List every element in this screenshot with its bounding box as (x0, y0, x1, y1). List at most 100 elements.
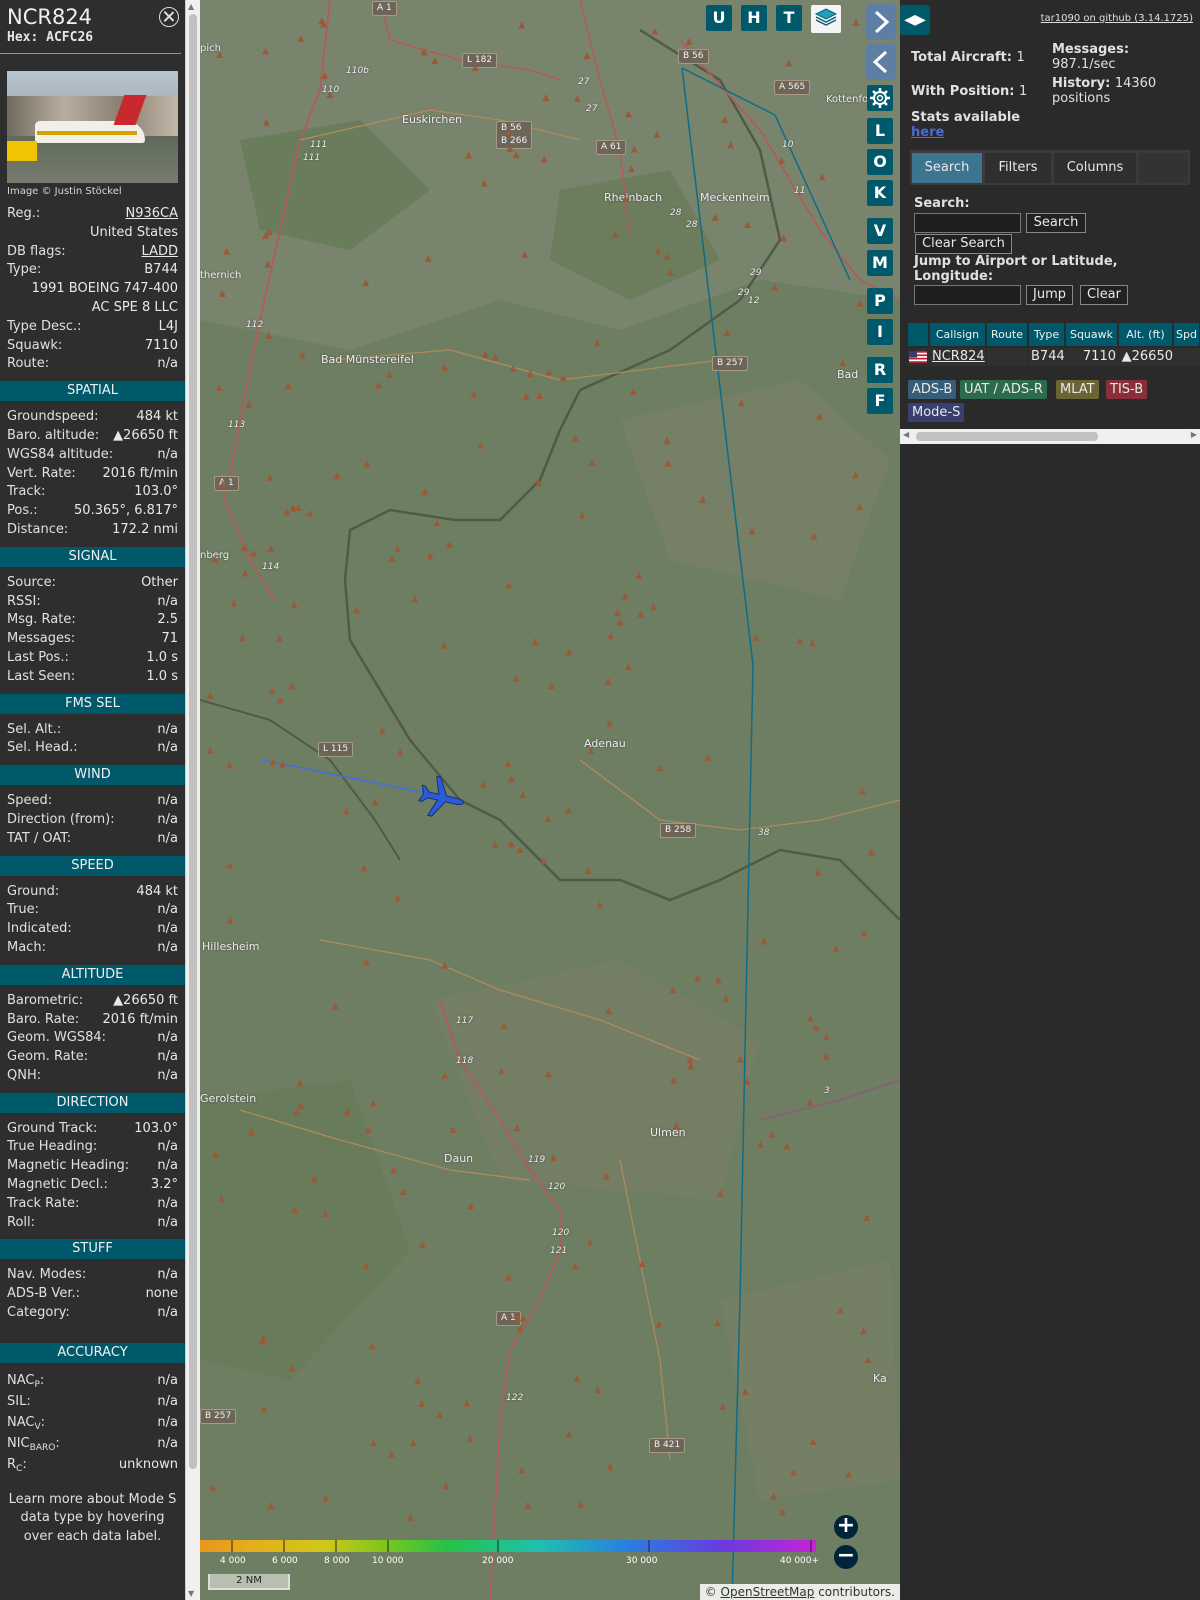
signal-label[interactable]: Messages: (7, 630, 75, 649)
peak-marker (394, 894, 402, 902)
col-header-altitude[interactable]: Alt. (ft) (1119, 323, 1173, 346)
map-toggle-m[interactable]: M (867, 250, 893, 276)
spatial-label[interactable]: WGS84 altitude: (7, 446, 113, 465)
signal-label[interactable]: Last Pos.: (7, 649, 69, 668)
chevron-right-icon[interactable] (866, 4, 896, 40)
map-toggle-r[interactable]: R (867, 357, 893, 383)
map-view[interactable]: Euskirchen Rheinbach Meckenheim Bad Münster… (200, 0, 900, 1600)
row-callsign-link[interactable]: NCR824 (930, 348, 986, 366)
stuff-label[interactable]: ADS-B Ver.: (7, 1285, 80, 1304)
github-link[interactable]: tar1090 on github (3.14.1725) (1041, 13, 1193, 24)
scroll-down-arrow-icon[interactable]: ▼ (188, 1589, 194, 1598)
map-toggle-k[interactable]: K (867, 180, 893, 206)
close-icon[interactable] (159, 7, 179, 27)
altitude-label[interactable]: Barometric: (7, 992, 83, 1011)
spatial-label[interactable]: Baro. altitude: (7, 427, 99, 446)
search-input[interactable] (914, 213, 1021, 233)
layers-icon[interactable] (811, 5, 841, 33)
tab-columns[interactable]: Columns (1054, 153, 1136, 183)
scroll-up-arrow-icon[interactable]: ▲ (188, 2, 194, 11)
speed-label[interactable]: Ground: (7, 883, 59, 902)
peak-marker (507, 775, 515, 783)
tab-search[interactable]: Search (912, 153, 982, 183)
attribution-link[interactable]: OpenStreetMap (721, 1585, 815, 1599)
speed-label[interactable]: True: (7, 901, 39, 920)
layer-button-u[interactable]: U (706, 5, 732, 31)
speed-label[interactable]: Indicated: (7, 920, 72, 939)
zoom-in-icon[interactable]: + (834, 1515, 858, 1539)
dbflags-link[interactable]: LADD (142, 243, 178, 262)
col-header-flag[interactable] (908, 323, 929, 346)
map-toggle-o[interactable]: O (867, 149, 893, 175)
stuff-label[interactable]: Category: (7, 1304, 70, 1323)
direction-label[interactable]: Roll: (7, 1214, 35, 1233)
stats-here-link[interactable]: here (911, 125, 944, 140)
map-toggle-f[interactable]: F (867, 388, 893, 414)
info-scrollbar-thumb[interactable] (189, 14, 197, 1469)
clear-button[interactable]: Clear (1080, 285, 1128, 305)
altitude-label[interactable]: Geom. Rate: (7, 1048, 88, 1067)
direction-label[interactable]: Track Rate: (7, 1195, 79, 1214)
signal-label[interactable]: Msg. Rate: (7, 611, 76, 630)
direction-label[interactable]: True Heading: (7, 1138, 97, 1157)
wind-label[interactable]: TAT / OAT: (7, 830, 71, 849)
peak-marker (260, 1405, 268, 1413)
peak-marker (363, 460, 371, 468)
scroll-left-arrow-icon[interactable]: ◀ (903, 430, 909, 439)
col-header-squawk[interactable]: Squawk (1066, 323, 1118, 346)
spatial-label[interactable]: Pos.: (7, 502, 38, 521)
expand-arrows-icon[interactable]: ◀▶ (900, 5, 930, 35)
jump-input[interactable] (914, 285, 1021, 305)
peak-marker (441, 363, 449, 371)
wind-label[interactable]: Speed: (7, 792, 52, 811)
layer-button-h[interactable]: H (741, 5, 767, 31)
scroll-right-arrow-icon[interactable]: ▶ (1191, 430, 1197, 439)
peak-marker (672, 1121, 680, 1129)
spatial-label[interactable]: Distance: (7, 521, 68, 540)
map-toggle-p[interactable]: P (867, 288, 893, 314)
direction-label[interactable]: Magnetic Heading: (7, 1157, 129, 1176)
chevron-left-icon[interactable] (866, 44, 896, 80)
peak-marker (863, 1214, 871, 1222)
signal-row: Last Pos.: 1.0 s (0, 649, 185, 668)
altitude-label[interactable]: Geom. WGS84: (7, 1029, 106, 1048)
tab-filters[interactable]: Filters (985, 153, 1051, 183)
map-toggle-v[interactable]: V (867, 218, 893, 244)
reg-link[interactable]: N936CA (125, 205, 178, 224)
table-scrollbar-thumb[interactable] (916, 432, 1098, 441)
altitude-label[interactable]: Baro. Rate: (7, 1011, 79, 1030)
wind-label[interactable]: Direction (from): (7, 811, 115, 830)
signal-label[interactable]: RSSI: (7, 593, 41, 612)
zoom-out-icon[interactable]: − (834, 1545, 858, 1569)
jump-button[interactable]: Jump (1026, 285, 1073, 305)
search-button[interactable]: Search (1026, 213, 1086, 233)
signal-label[interactable]: Last Seen: (7, 668, 75, 687)
clear-search-button[interactable]: Clear Search (915, 234, 1012, 254)
signal-label[interactable]: Source: (7, 574, 56, 593)
map-toggle-l[interactable]: L (867, 118, 893, 144)
fms-label[interactable]: Sel. Alt.: (7, 721, 61, 740)
peak-marker (856, 299, 864, 307)
table-horizontal-scrollbar[interactable]: ◀ ▶ (900, 429, 1200, 444)
spatial-label[interactable]: Track: (7, 483, 45, 502)
aircraft-photo[interactable] (7, 71, 178, 183)
gear-icon[interactable] (867, 85, 893, 111)
stuff-label[interactable]: Nav. Modes: (7, 1266, 86, 1285)
direction-label[interactable]: Magnetic Decl.: (7, 1176, 108, 1195)
map-toggle-i[interactable]: I (867, 319, 893, 345)
spatial-label[interactable]: Vert. Rate: (7, 465, 76, 484)
layer-button-t[interactable]: T (776, 5, 802, 31)
info-scrollbar[interactable]: ▲ ▼ (185, 0, 200, 1600)
peak-marker (771, 283, 779, 291)
altitude-label[interactable]: QNH: (7, 1067, 41, 1086)
speed-value: 484 kt (136, 883, 178, 899)
fms-label[interactable]: Sel. Head.: (7, 739, 78, 758)
col-header-callsign[interactable]: Callsign (930, 323, 986, 346)
col-header-route[interactable]: Route (987, 323, 1028, 346)
spatial-label[interactable]: Groundspeed: (7, 408, 98, 427)
peak-marker (571, 1262, 579, 1270)
speed-label[interactable]: Mach: (7, 939, 46, 958)
col-header-speed[interactable]: Spd (1174, 323, 1200, 346)
col-header-type[interactable]: Type (1029, 323, 1065, 346)
direction-label[interactable]: Ground Track: (7, 1120, 97, 1139)
